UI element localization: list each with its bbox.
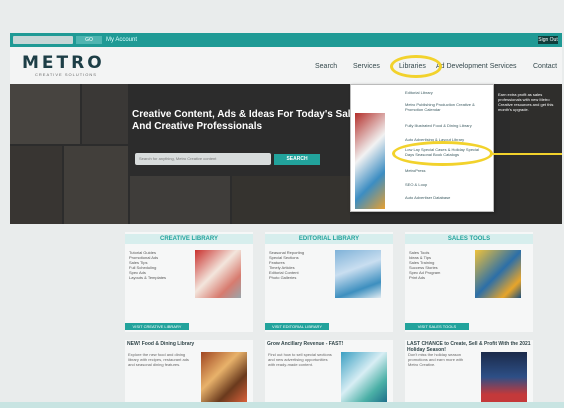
- screenshot-photo: GO My Account Sign Out METRO CREATIVE SO…: [0, 0, 564, 408]
- hero-photo-tile: [232, 176, 350, 224]
- panel-bullets: Sales Tools Ideas & Tips Sales Training …: [409, 250, 469, 280]
- hero-title: Creative Content, Ads & Ideas For Today'…: [132, 109, 362, 132]
- nav-ad-development[interactable]: Ad Development Services: [436, 63, 517, 70]
- dropdown-item-seo[interactable]: SEO & Loop: [405, 182, 487, 187]
- hero-photo-tile: [10, 146, 62, 224]
- logo-tagline: CREATIVE SOLUTIONS: [35, 72, 97, 77]
- utility-bar: GO My Account Sign Out: [10, 33, 562, 47]
- nav-search[interactable]: Search: [315, 63, 337, 70]
- sales-tools-image: [475, 250, 521, 298]
- hero-side-text: Earn extra profit as sales professionals…: [498, 92, 554, 112]
- creative-library-panel: CREATIVE LIBRARY Tutorial Guides Promoti…: [125, 232, 253, 332]
- hero-search-input[interactable]: Search for anything, Metro Creative cont…: [135, 153, 271, 165]
- card-text: Explore the new food and dining library …: [128, 352, 189, 367]
- holiday-season-image: [481, 352, 527, 402]
- ancillary-revenue-card[interactable]: Grow Ancillary Revenue - FAST! Find out …: [265, 340, 393, 408]
- highlight-underline: [492, 153, 562, 155]
- dropdown-item-calendar[interactable]: Metro Publishing Production Creative & P…: [405, 102, 487, 112]
- panel-heading[interactable]: CREATIVE LIBRARY: [125, 234, 253, 244]
- hero-photo-tile: [82, 84, 128, 144]
- sales-tools-panel: SALES TOOLS Sales Tools Ideas & Tips Sal…: [405, 232, 533, 332]
- food-dining-image: [201, 352, 247, 402]
- highlight-circle-nav: [390, 55, 442, 78]
- bullet-item: Print Ads: [409, 275, 426, 280]
- sales-tools-button[interactable]: VISIT SALES TOOLS: [405, 323, 469, 330]
- top-search-input[interactable]: [13, 36, 73, 44]
- card-title[interactable]: NEW! Food & Dining Library: [127, 341, 251, 347]
- sign-out-button[interactable]: Sign Out: [538, 36, 558, 44]
- panel-heading[interactable]: SALES TOOLS: [405, 234, 533, 244]
- account-link[interactable]: My Account: [106, 35, 137, 45]
- creative-library-button[interactable]: VISIT CREATIVE LIBRARY: [125, 323, 189, 330]
- creative-library-image: [195, 250, 241, 298]
- ancillary-revenue-image: [341, 352, 387, 402]
- bottom-strip: [0, 402, 564, 408]
- hero-photo-tile: [130, 176, 230, 224]
- dropdown-item-metropress[interactable]: MetroPress: [405, 168, 487, 173]
- food-dining-card[interactable]: NEW! Food & Dining Library Explore the n…: [125, 340, 253, 408]
- hero-photo-tile: [10, 84, 80, 144]
- top-search-go-button[interactable]: GO: [76, 36, 102, 44]
- nav-services[interactable]: Services: [353, 63, 380, 70]
- editorial-library-panel: EDITORIAL LIBRARY Seasonal Reporting Spe…: [265, 232, 393, 332]
- highlight-circle-dropdown: [392, 141, 493, 166]
- card-title[interactable]: Grow Ancillary Revenue - FAST!: [267, 341, 391, 347]
- bullet-item: Layouts & Templates: [129, 275, 167, 280]
- bullet-item: Photo Galleries: [269, 275, 297, 280]
- nav-contact[interactable]: Contact: [533, 63, 557, 70]
- panel-bullets: Seasonal Reporting Special Sections Feat…: [269, 250, 329, 280]
- panel-heading[interactable]: EDITORIAL LIBRARY: [265, 234, 393, 244]
- panel-bullets: Tutorial Guides Promotional Ads Sales Ti…: [129, 250, 189, 280]
- site-header: METRO CREATIVE SOLUTIONS Search Services…: [10, 47, 562, 84]
- dropdown-thumbnail-image: [355, 113, 385, 209]
- holiday-season-card[interactable]: LAST CHANCE to Create, Sell & Profit Wit…: [405, 340, 533, 408]
- card-text: Find out how to sell special sections an…: [268, 352, 332, 367]
- hero-search-button[interactable]: SEARCH: [274, 154, 320, 165]
- dropdown-item-auto-database[interactable]: Auto Advertiser Database: [405, 195, 487, 200]
- metro-logo[interactable]: METRO: [22, 53, 105, 73]
- card-text: Don't miss the holiday season promotions…: [408, 352, 464, 367]
- dropdown-item-editorial[interactable]: Editorial Library: [405, 90, 487, 95]
- hero-photo-tile: [64, 146, 128, 224]
- editorial-library-image: [335, 250, 381, 298]
- editorial-library-button[interactable]: VISIT EDITORIAL LIBRARY: [265, 323, 329, 330]
- dropdown-item-food-dining[interactable]: Fully Illustrated Food & Dining Library: [405, 123, 487, 128]
